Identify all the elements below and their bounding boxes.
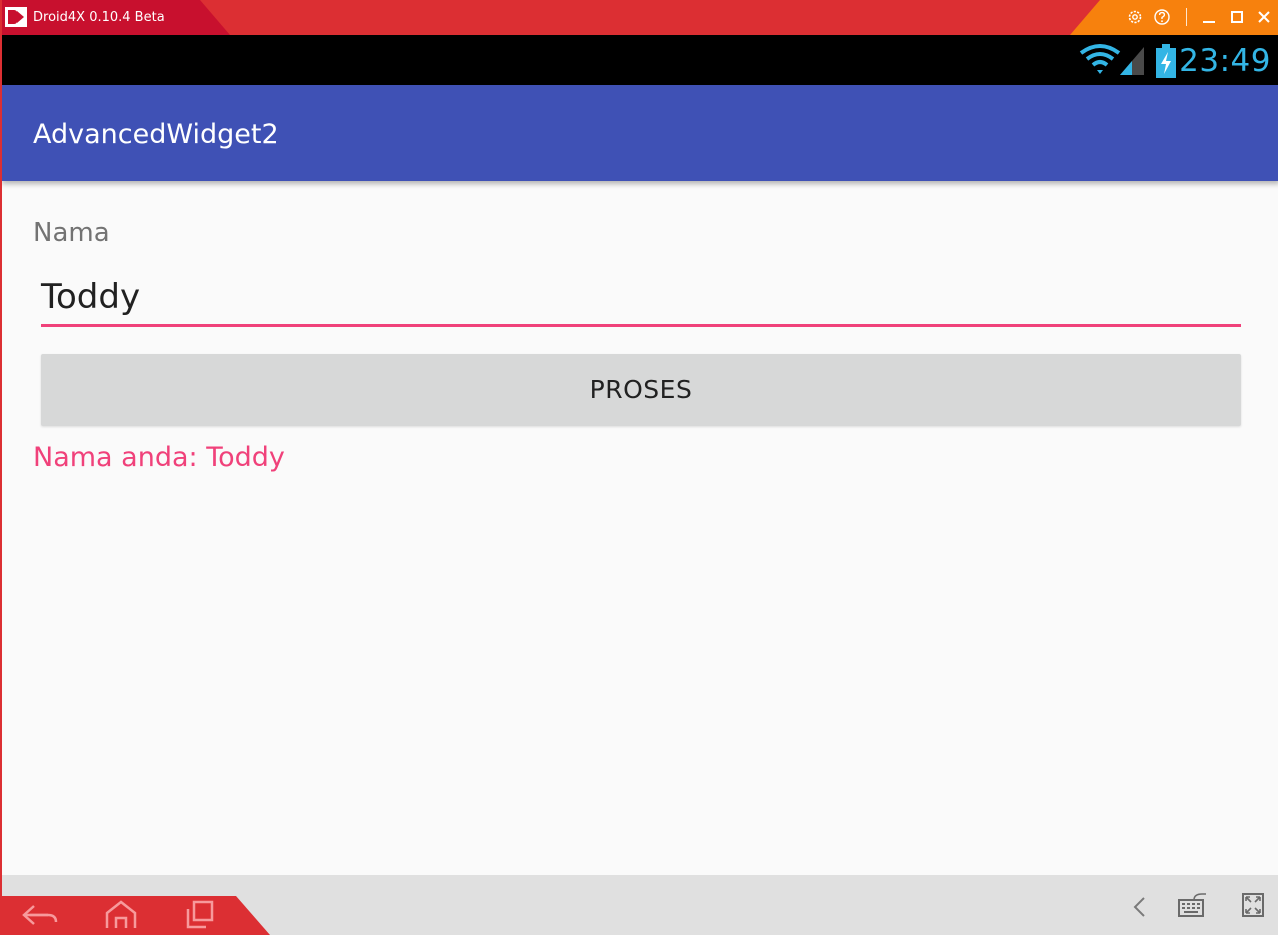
app-title: AdvancedWidget2 (33, 119, 279, 150)
close-icon[interactable] (1255, 8, 1273, 26)
chevron-left-icon[interactable] (1120, 892, 1160, 922)
status-clock: 23:49 (1179, 43, 1271, 79)
recent-apps-icon[interactable] (180, 900, 220, 930)
app-action-bar: AdvancedWidget2 (2, 85, 1278, 181)
android-status-bar: 23:49 (2, 35, 1278, 85)
maximize-icon[interactable] (1228, 8, 1246, 26)
keyboard-icon[interactable] (1172, 890, 1212, 920)
minimize-icon[interactable] (1200, 8, 1218, 26)
gear-icon[interactable] (1126, 8, 1144, 26)
main-content: Nama Toddy PROSES Nama anda: Toddy (2, 181, 1278, 875)
help-icon[interactable] (1153, 8, 1171, 26)
titlebar-divider (1186, 8, 1187, 26)
proses-button[interactable]: PROSES (41, 354, 1241, 426)
nama-label: Nama (33, 218, 110, 248)
cell-signal-icon (1120, 47, 1144, 75)
emulator-titlebar: Droid4X 0.10.4 Beta (2, 0, 1278, 35)
droid4x-logo-icon (5, 7, 27, 27)
emulator-bottom-bar (2, 875, 1278, 935)
home-icon[interactable] (101, 900, 141, 930)
emulator-title: Droid4X 0.10.4 Beta (33, 10, 165, 25)
back-arrow-icon[interactable] (20, 900, 60, 930)
nama-input[interactable]: Toddy (41, 275, 1241, 327)
emulator-window: Droid4X 0.10.4 Beta 23:49 AdvancedWidget… (0, 0, 1278, 935)
wifi-icon (1079, 44, 1121, 74)
fullscreen-icon[interactable] (1233, 890, 1273, 920)
battery-charging-icon (1156, 44, 1176, 78)
result-text: Nama anda: Toddy (33, 442, 285, 473)
